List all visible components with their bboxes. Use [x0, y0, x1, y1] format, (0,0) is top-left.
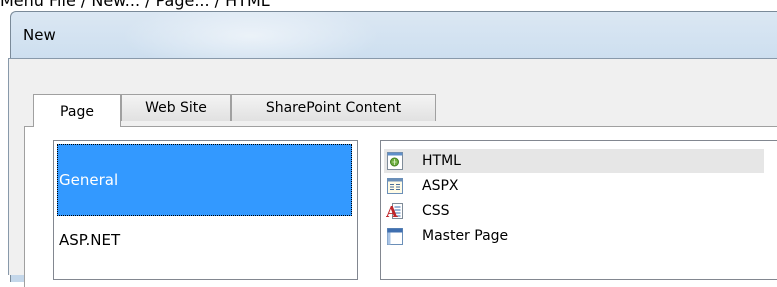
list-item-html[interactable]: HTML	[384, 149, 764, 173]
file-label: HTML	[422, 153, 461, 169]
list-item-asp-net[interactable]: ASP.NET	[57, 225, 352, 255]
svg-text:A: A	[386, 203, 398, 220]
aspx-page-icon	[387, 178, 403, 194]
tab-page-label: Page	[60, 104, 94, 120]
list-item-general[interactable]: General	[57, 144, 352, 216]
tab-sharepoint-content-label: SharePoint Content	[265, 100, 402, 116]
list-item-master-page[interactable]: Master Page	[384, 224, 764, 248]
master-page-icon	[387, 228, 403, 245]
category-label: ASP.NET	[59, 231, 121, 249]
list-item-aspx[interactable]: ASPX	[384, 174, 764, 198]
html-page-icon	[387, 152, 403, 170]
file-label: Master Page	[422, 228, 509, 244]
file-label: ASPX	[422, 178, 459, 194]
tab-sharepoint-content[interactable]: SharePoint Content	[231, 94, 436, 121]
list-item-css[interactable]: A CSS	[384, 199, 764, 223]
file-label: CSS	[422, 203, 450, 219]
tab-web-site[interactable]: Web Site	[121, 94, 231, 121]
category-label: General	[59, 171, 119, 189]
template-list[interactable]: HTML ASPX A CSS Master Page	[380, 140, 777, 280]
css-page-icon: A	[386, 203, 403, 220]
dialog-title: New	[23, 26, 56, 44]
page-breadcrumb: Menu File / New... / Page... / HTML	[0, 0, 270, 10]
tab-page[interactable]: Page	[33, 94, 121, 127]
category-list[interactable]: General ASP.NET	[53, 140, 358, 280]
tab-web-site-label: Web Site	[145, 100, 207, 116]
